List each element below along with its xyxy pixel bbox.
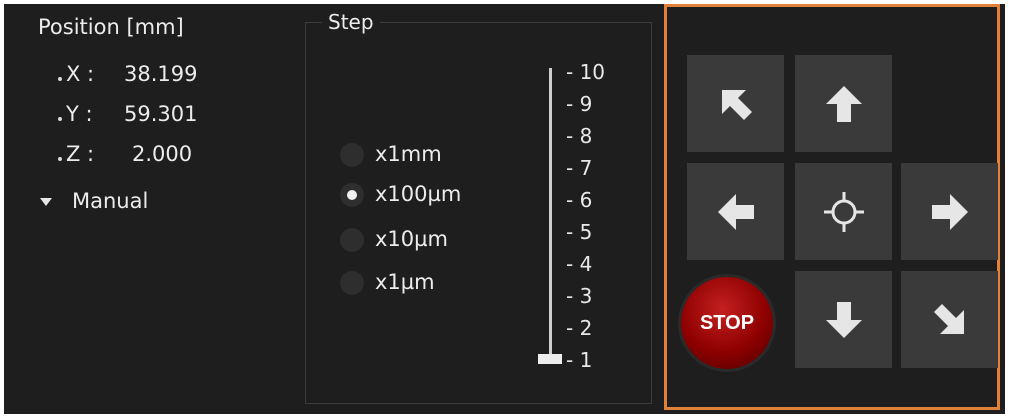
axis-y-label: Y : bbox=[66, 102, 93, 126]
axis-y-value: 59.301 bbox=[124, 102, 198, 126]
jog-down-right-button[interactable] bbox=[901, 271, 998, 368]
manual-expander[interactable]: Manual bbox=[72, 189, 148, 213]
slider-tick-label: - 8 bbox=[566, 124, 593, 148]
radio-x100um-label[interactable]: x100µm bbox=[375, 182, 461, 206]
stop-button[interactable]: STOP bbox=[678, 274, 776, 372]
radio-x1mm[interactable] bbox=[340, 143, 364, 167]
jog-down-button[interactable] bbox=[795, 271, 892, 368]
axis-z-label: Z : bbox=[66, 142, 95, 166]
bullet-z bbox=[58, 157, 62, 161]
chevron-down-icon[interactable] bbox=[40, 198, 52, 206]
arrow-down-right-icon bbox=[933, 303, 964, 334]
slider-tick-label: - 7 bbox=[566, 156, 593, 180]
jog-left-button[interactable] bbox=[687, 163, 784, 260]
radio-x1um-label[interactable]: x1µm bbox=[375, 270, 435, 294]
jog-center-button[interactable] bbox=[795, 163, 892, 260]
slider-tick-label: - 5 bbox=[566, 220, 593, 244]
position-title: Position [mm] bbox=[38, 15, 184, 39]
arrow-down-icon bbox=[825, 301, 862, 338]
radio-x10um[interactable] bbox=[340, 228, 364, 252]
step-title: Step bbox=[322, 10, 380, 34]
axis-z-value: 2.000 bbox=[132, 142, 193, 166]
radio-x10um-label[interactable]: x10µm bbox=[375, 227, 448, 251]
slider-tick-label: - 9 bbox=[566, 92, 593, 116]
crosshair-icon bbox=[823, 191, 864, 232]
radio-x1mm-label[interactable]: x1mm bbox=[375, 142, 442, 166]
radio-x1um[interactable] bbox=[340, 271, 364, 295]
radio-x100um[interactable] bbox=[340, 183, 364, 207]
arrow-up-icon bbox=[825, 85, 862, 122]
jog-up-left-button[interactable] bbox=[687, 55, 784, 152]
slider-tick-label: - 2 bbox=[566, 316, 593, 340]
slider-tick-label: - 4 bbox=[566, 252, 593, 276]
slider-tick-label: - 10 bbox=[566, 60, 606, 84]
slider-tick-label: - 3 bbox=[566, 284, 593, 308]
slider-tick-label: - 1 bbox=[566, 348, 593, 372]
axis-x-value: 38.199 bbox=[124, 62, 198, 86]
axis-x-label: X : bbox=[66, 62, 95, 86]
jog-up-button[interactable] bbox=[795, 55, 892, 152]
arrow-left-icon bbox=[717, 193, 754, 230]
slider-tick-label: - 6 bbox=[566, 188, 593, 212]
arrow-up-left-icon bbox=[721, 89, 752, 120]
bullet-x bbox=[58, 77, 62, 81]
bullet-y bbox=[58, 117, 62, 121]
stop-label: STOP bbox=[699, 311, 755, 334]
step-slider-thumb[interactable] bbox=[538, 354, 562, 364]
jog-right-button[interactable] bbox=[901, 163, 998, 260]
arrow-right-icon bbox=[931, 193, 968, 230]
step-slider-track[interactable] bbox=[549, 68, 552, 360]
